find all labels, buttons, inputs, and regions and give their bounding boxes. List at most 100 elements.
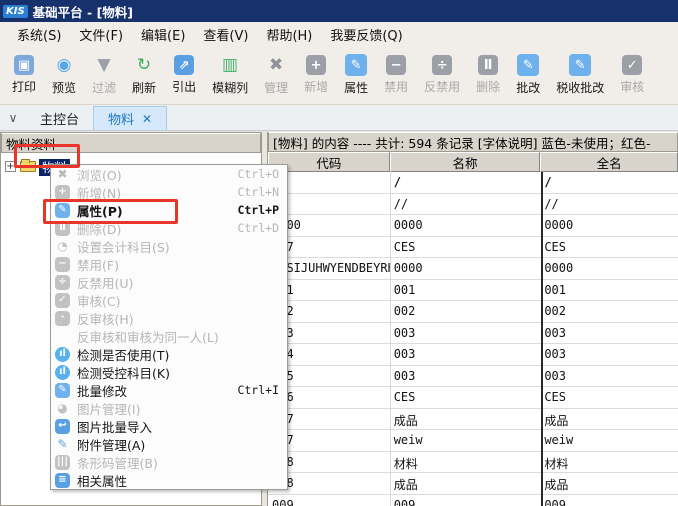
menu-item-icon-slot: ◕ xyxy=(55,401,77,416)
export-icon: ⇗ xyxy=(174,55,194,75)
menubar-item-2[interactable]: 编辑(E) xyxy=(132,23,194,46)
table-row[interactable]: 000000000000 xyxy=(268,215,678,237)
context-menu-item-check-usage[interactable]: ıl检测是否使用(T) xyxy=(51,345,287,363)
toolbar-button-label: 删除 xyxy=(476,78,500,95)
fuzzy-column-button[interactable]: ▥模糊列 xyxy=(204,51,256,99)
print-button[interactable]: ▣打印 xyxy=(4,52,44,98)
preview-button[interactable]: ◉预览 xyxy=(44,51,84,99)
menu-item-icon-slot: · xyxy=(55,311,77,326)
menubar-item-0[interactable]: 系统(S) xyxy=(8,23,70,46)
barcode-manage-icon: ||| xyxy=(55,455,70,470)
table-row[interactable]: 088成品成品 xyxy=(268,473,678,495)
add-icon: + xyxy=(306,55,326,75)
manage-button[interactable]: ✖ 管理 xyxy=(256,51,296,99)
table-row[interactable]: 007成品成品 xyxy=(268,409,678,431)
menubar-item-1[interactable]: 文件(F) xyxy=(70,23,132,46)
tab-label: 主控台 xyxy=(40,109,79,128)
tab-主控台[interactable]: 主控台 xyxy=(26,106,93,130)
audit-icon: ✓ xyxy=(55,293,70,308)
menubar-item-5[interactable]: 我要反馈(Q) xyxy=(321,23,411,46)
table-row[interactable]: 004003003 xyxy=(268,344,678,366)
cell-fullname: 0000 xyxy=(540,215,678,236)
cell-name: 成品 xyxy=(390,409,541,430)
batch-edit-button[interactable]: ✎批改 xyxy=(508,51,548,99)
toolbar-button-label: 管理 xyxy=(264,79,288,96)
table-row[interactable]: 077weiwweiw xyxy=(268,430,678,452)
toolbar-button-label: 新增 xyxy=(304,78,328,95)
menubar-item-3[interactable]: 查看(V) xyxy=(194,23,257,46)
table-row[interactable]: /// xyxy=(268,172,678,194)
menu-item-icon-slot: ÷ xyxy=(55,275,77,290)
context-menu-item-un-disable: ÷ 反禁用(U) xyxy=(51,273,287,291)
table-row[interactable]: 006CESCES xyxy=(268,387,678,409)
properties-button[interactable]: ✎属性 xyxy=(336,51,376,99)
menu-item-shortcut: Ctrl+P xyxy=(237,203,279,217)
menu-item-label: 图片批量导入 xyxy=(77,417,279,436)
cell-fullname: 003 xyxy=(540,366,678,387)
table-row[interactable]: 007CESCES xyxy=(268,237,678,259)
cell-fullname: 成品 xyxy=(540,473,678,494)
column-header-2[interactable]: 全名 xyxy=(540,152,678,172)
cell-fullname: 001 xyxy=(540,280,678,301)
cell-code: 009 xyxy=(268,495,390,506)
toolbar-button-label: 引出 xyxy=(172,78,196,95)
menu-item-icon-slot: ✖ xyxy=(55,167,77,182)
un-audit-icon: · xyxy=(55,311,70,326)
filter-button[interactable]: ▼过滤 xyxy=(84,51,124,99)
menu-item-label: 浏览(O) xyxy=(77,165,231,184)
menubar-item-4[interactable]: 帮助(H) xyxy=(257,23,321,46)
disable-button[interactable]: −禁用 xyxy=(376,52,416,98)
table-row[interactable]: 005003003 xyxy=(268,366,678,388)
table-row[interactable]: 008材料材料 xyxy=(268,452,678,474)
table-row[interactable]: ////// xyxy=(268,194,678,216)
chevron-down-icon[interactable]: ∨ xyxy=(0,106,26,130)
context-menu-item-check-controlled-account[interactable]: ıl检测受控科目(K) xyxy=(51,363,287,381)
table-row[interactable]: 003003003 xyxy=(268,323,678,345)
context-menu-item-same-person: 反审核和审核为同一人(L) xyxy=(51,327,287,345)
refresh-button[interactable]: ↻刷新 xyxy=(124,51,164,99)
context-menu-item-related-properties[interactable]: ≡相关属性 xyxy=(51,471,287,489)
toolbar-button-label: 模糊列 xyxy=(212,79,248,96)
close-icon[interactable]: ✕ xyxy=(142,112,152,126)
table-row[interactable]: 002002002 xyxy=(268,301,678,323)
cell-name: CES xyxy=(390,237,541,258)
menu-item-shortcut: Ctrl+D xyxy=(237,221,279,235)
table-row[interactable]: 001001001 xyxy=(268,280,678,302)
menu-item-icon-slot: ≡ xyxy=(55,473,77,488)
properties-icon: ✎ xyxy=(345,54,367,76)
export-button[interactable]: ⇗ 引出 xyxy=(164,52,204,98)
cell-name: 002 xyxy=(390,301,541,322)
window-title: 基础平台 - [物料] xyxy=(33,2,133,21)
un-disable-button[interactable]: ÷反禁用 xyxy=(416,52,468,98)
column-header-1[interactable]: 名称 xyxy=(390,152,541,172)
cell-fullname: CES xyxy=(540,387,678,408)
cell-fullname: 成品 xyxy=(540,409,678,430)
menu-item-label: 批量修改 xyxy=(77,381,231,400)
menu-item-label: 反禁用(U) xyxy=(77,273,279,292)
context-menu-item-disable: −禁用(F) xyxy=(51,255,287,273)
add-button[interactable]: + 新增 xyxy=(296,52,336,98)
browse-icon: ✖ xyxy=(55,167,70,182)
context-menu-item-account-setup: ◔设置会计科目(S) xyxy=(51,237,287,255)
cell-name: 003 xyxy=(390,344,541,365)
table-row[interactable]: 009009009 xyxy=(268,495,678,506)
table-row[interactable]: OKSIJUHWYENDBEYRH00000000 xyxy=(268,258,678,280)
cell-name: // xyxy=(390,194,541,215)
manage-icon: ✖ xyxy=(265,54,287,76)
menu-item-icon-slot: ✎ xyxy=(55,437,77,452)
toolbar-button-label: 预览 xyxy=(52,79,76,96)
tax-batch-edit-button[interactable]: ✎ 税收批改 xyxy=(548,51,612,99)
cell-fullname: 003 xyxy=(540,323,678,344)
context-menu-item-image-batch-import[interactable]: ↩图片批量导入 xyxy=(51,417,287,435)
toolbar-button-label: 税收批改 xyxy=(556,79,604,96)
tax-batch-edit-icon: ✎ xyxy=(569,54,591,76)
check-controlled-account-icon: ıl xyxy=(55,365,70,380)
tab-物料[interactable]: 物料✕ xyxy=(93,106,167,130)
menu-item-icon-slot: ıl xyxy=(55,347,77,362)
menu-item-label: 反审核(H) xyxy=(77,309,279,328)
delete-button[interactable]: Ⅱ删除 xyxy=(468,52,508,98)
context-menu-item-attachment-manage[interactable]: ✎附件管理(A) xyxy=(51,435,287,453)
audit-button[interactable]: ✓审核 xyxy=(612,52,652,98)
un-disable-icon: ÷ xyxy=(55,275,70,290)
context-menu-item-batch-modify[interactable]: ✎批量修改Ctrl+I xyxy=(51,381,287,399)
